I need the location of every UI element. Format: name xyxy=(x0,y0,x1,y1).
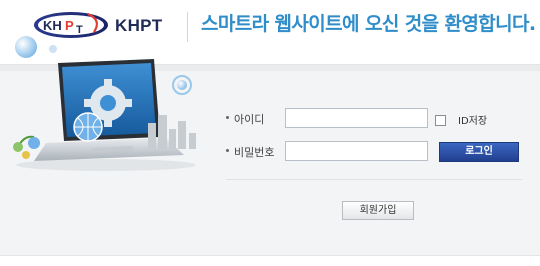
bullet-icon xyxy=(226,116,229,119)
id-label: 아이디 xyxy=(234,113,265,126)
bubble-icon xyxy=(15,36,37,58)
row-divider xyxy=(226,179,522,180)
sprout-icon xyxy=(13,135,40,159)
laptop-illustration xyxy=(13,36,196,171)
welcome-message: 스마트라 웹사이트에 오신 것을 환영합니다. xyxy=(201,13,536,35)
signup-button[interactable]: 회원가입 xyxy=(342,201,414,220)
bullet-icon xyxy=(226,149,229,152)
save-id-label: ID저장 xyxy=(458,116,488,127)
id-input[interactable] xyxy=(285,108,428,128)
login-button[interactable]: 로그인 xyxy=(439,142,519,162)
globe-icon xyxy=(73,112,103,142)
save-id-checkbox[interactable] xyxy=(435,115,446,126)
password-label: 비밀번호 xyxy=(234,146,275,159)
password-input[interactable] xyxy=(285,141,428,161)
